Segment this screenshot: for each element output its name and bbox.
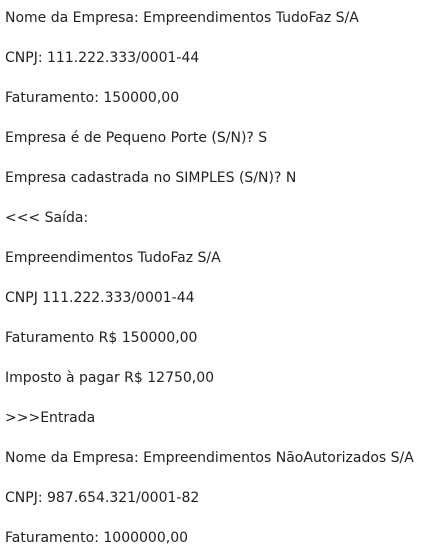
- output-line-company-name: Nome da Empresa: Empreendimentos TudoFaz…: [5, 10, 359, 26]
- output-line-revenue: Faturamento: 150000,00: [5, 90, 180, 106]
- output-line-simples: Empresa cadastrada no SIMPLES (S/N)? N: [5, 170, 297, 186]
- output-line-revenue-2: Faturamento: 1000000,00: [5, 530, 189, 546]
- output-line-cnpj-2: CNPJ: 987.654.321/0001-82: [5, 490, 200, 506]
- output-line-result-cnpj: CNPJ 111.222.333/0001-44: [5, 290, 195, 306]
- output-line-small-business: Empresa é de Pequeno Porte (S/N)? S: [5, 130, 268, 146]
- output-line-company-name-2: Nome da Empresa: Empreendimentos NãoAuto…: [5, 450, 414, 466]
- output-line-output-header: <<< Saída:: [5, 210, 89, 226]
- output-line-result-revenue: Faturamento R$ 150000,00: [5, 330, 198, 346]
- output-line-result-company: Empreendimentos TudoFaz S/A: [5, 250, 221, 266]
- output-line-result-tax: Imposto à pagar R$ 12750,00: [5, 370, 215, 386]
- output-line-cnpj: CNPJ: 111.222.333/0001-44: [5, 50, 200, 66]
- output-line-input-header: >>>Entrada: [5, 410, 96, 426]
- console-output: Nome da Empresa: Empreendimentos TudoFaz…: [5, 0, 419, 560]
